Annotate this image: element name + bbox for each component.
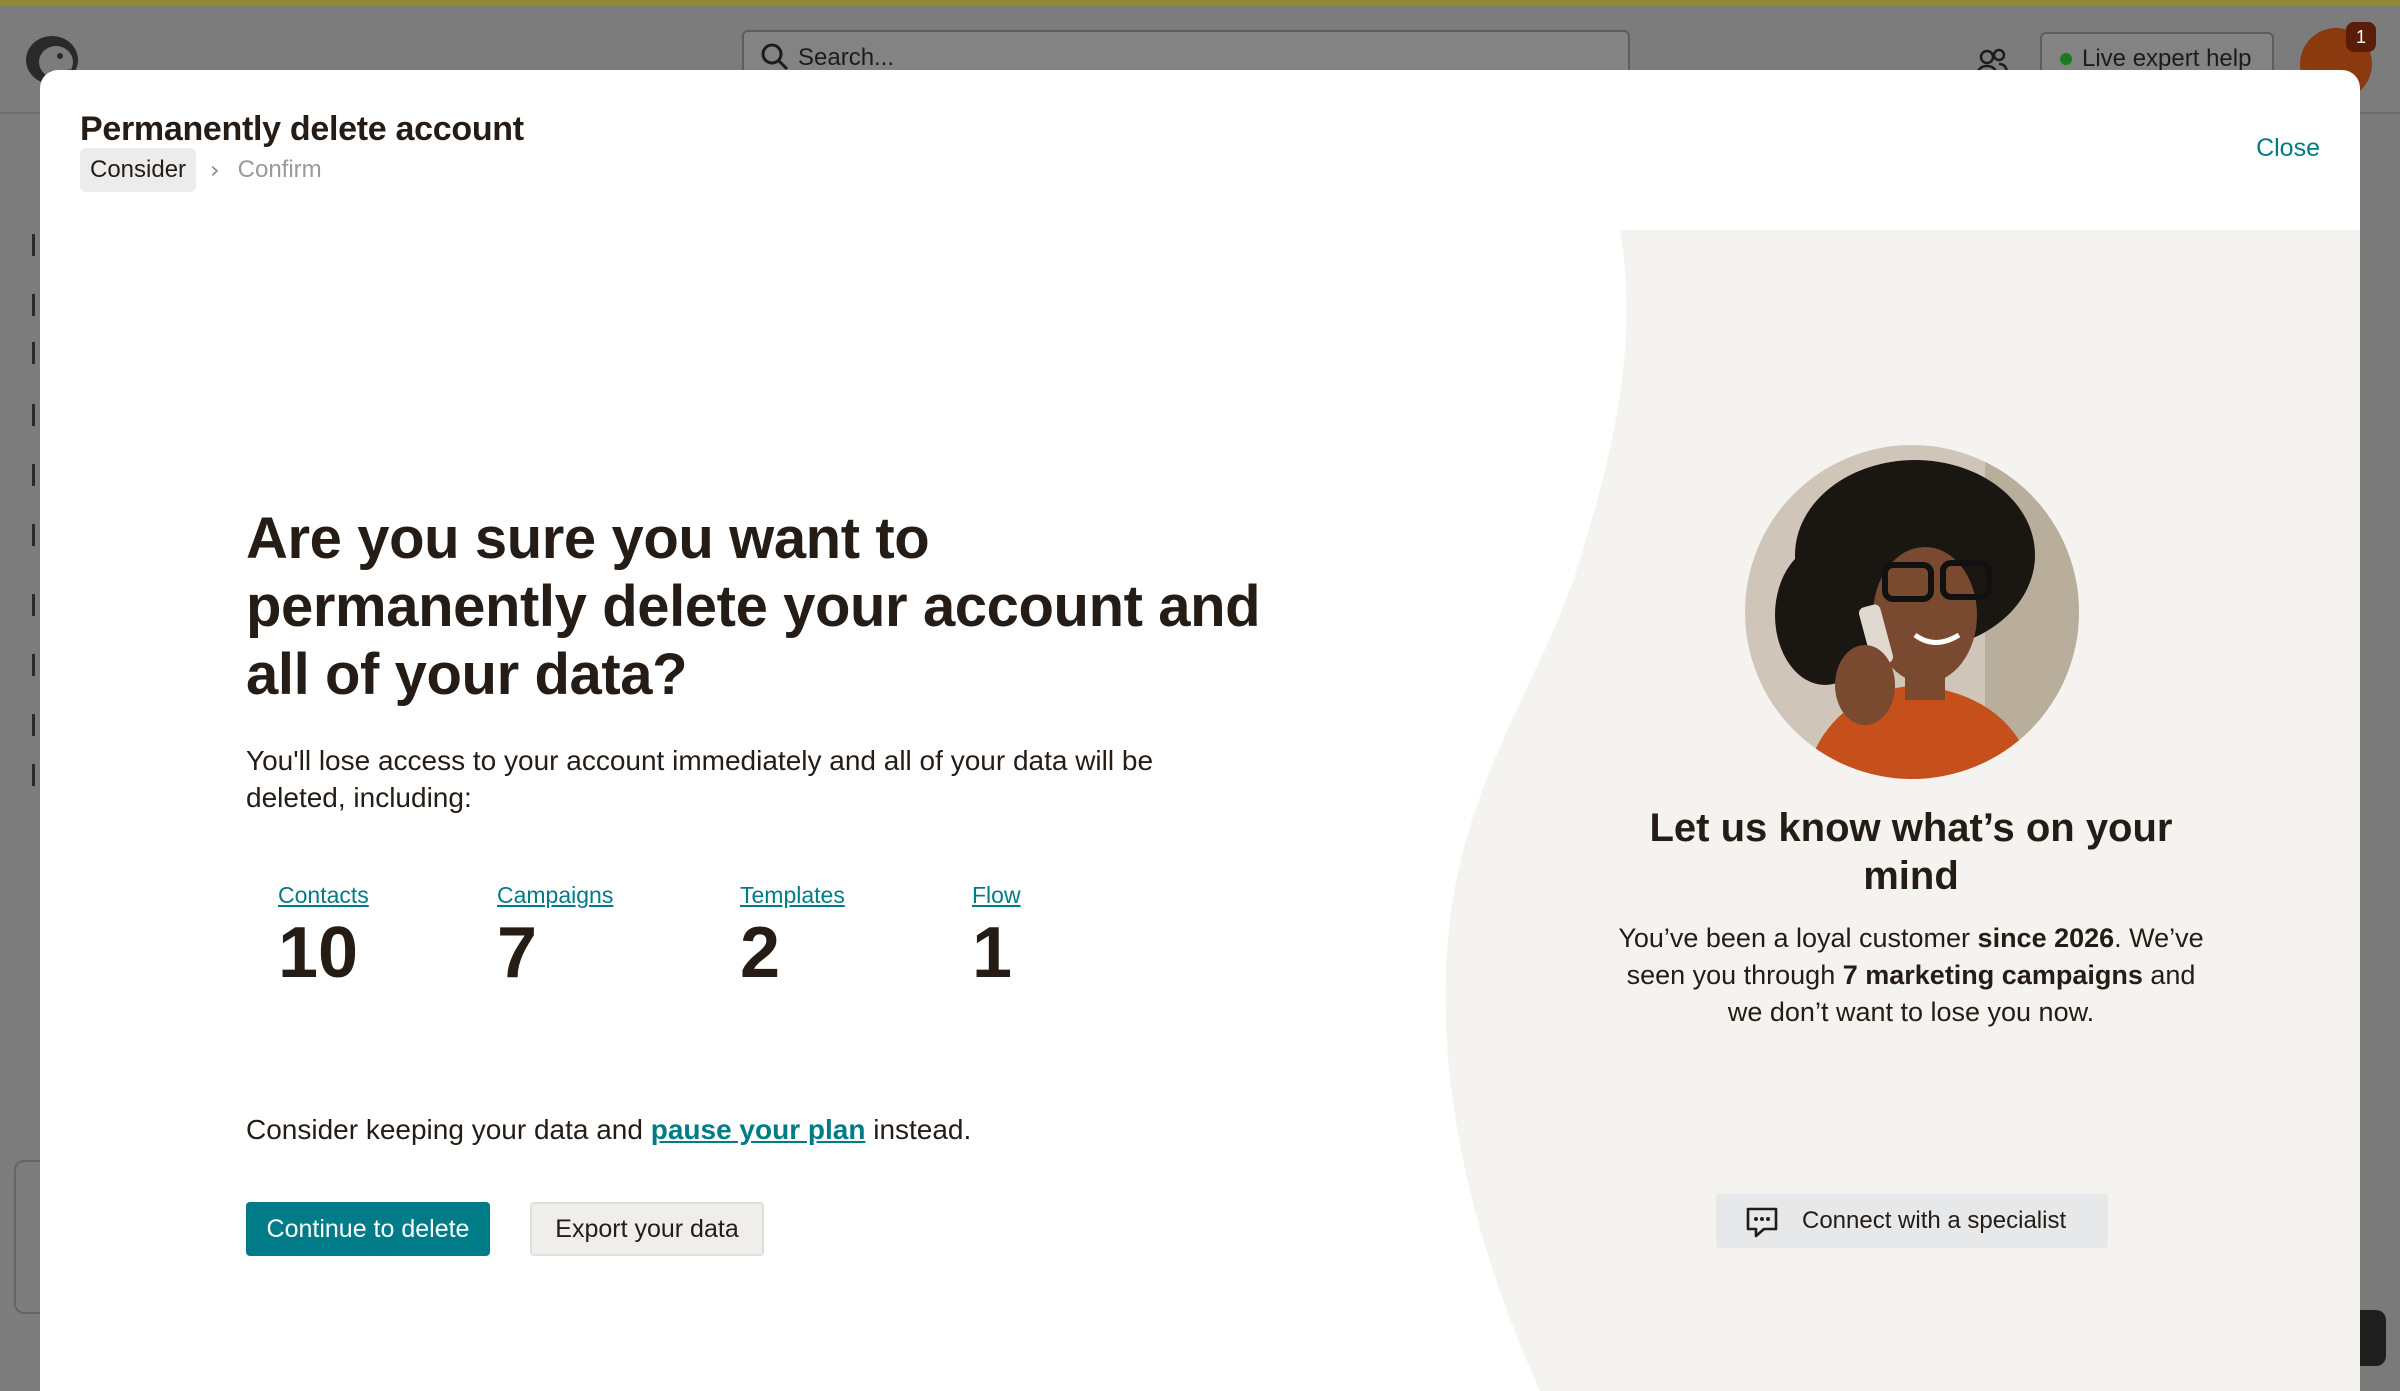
modal-title: Permanently delete account	[80, 110, 524, 148]
retention-message: You’ve been a loyal customer since 2026.…	[1616, 920, 2206, 1031]
stat-campaigns: Campaigns 7	[497, 882, 613, 993]
retention-text-1: You’ve been a loyal customer	[1618, 923, 1978, 953]
notification-badge: 1	[2346, 22, 2376, 52]
retention-panel: Let us know what’s on your mind You’ve b…	[1240, 230, 2360, 1391]
chevron-right-icon: ›	[210, 156, 220, 184]
search-icon	[761, 43, 789, 71]
stat-campaigns-value: 7	[497, 913, 538, 993]
consider-prefix: Consider keeping your data and	[246, 1114, 651, 1145]
stat-flow: Flow 1	[972, 882, 1021, 993]
close-button[interactable]: Close	[2256, 134, 2320, 163]
campaign-count: 7 marketing campaigns	[1842, 960, 2143, 990]
specialist-portrait	[1745, 445, 2079, 779]
customer-since: since 2026	[1977, 923, 2115, 953]
chat-bubble-icon	[1746, 1207, 1778, 1238]
pause-plan-link[interactable]: pause your plan	[651, 1114, 866, 1145]
delete-account-modal: Permanently delete account Consider › Co…	[40, 70, 2360, 1391]
stat-contacts-value: 10	[278, 913, 359, 993]
stat-campaigns-link[interactable]: Campaigns	[497, 882, 613, 909]
stat-templates-value: 2	[740, 913, 781, 993]
deletion-description: You'll lose access to your account immed…	[246, 745, 1154, 813]
stat-contacts-link[interactable]: Contacts	[278, 882, 369, 909]
confirmation-headline: Are you sure you want to permanently del…	[246, 506, 1261, 707]
connect-specialist-button[interactable]: Connect with a specialist	[1716, 1194, 2108, 1248]
search-placeholder: Search...	[798, 44, 895, 71]
live-help-label: Live expert help	[2082, 45, 2252, 72]
stat-templates: Templates 2	[740, 882, 845, 993]
stat-flow-link[interactable]: Flow	[972, 882, 1021, 909]
online-status-dot	[2060, 53, 2072, 65]
export-data-button[interactable]: Export your data	[530, 1202, 764, 1256]
stat-templates-link[interactable]: Templates	[740, 882, 845, 909]
breadcrumb: Consider › Confirm	[80, 148, 322, 192]
consider-suffix: instead.	[865, 1114, 972, 1145]
connect-specialist-label: Connect with a specialist	[1802, 1207, 2067, 1234]
retention-title: Let us know what’s on your mind	[1649, 806, 2173, 898]
breadcrumb-step-consider[interactable]: Consider	[80, 148, 197, 192]
pause-plan-suggestion: Consider keeping your data and pause you…	[246, 1114, 971, 1146]
stat-flow-value: 1	[972, 913, 1013, 993]
stat-contacts: Contacts 10	[278, 882, 369, 993]
breadcrumb-step-confirm: Confirm	[237, 156, 322, 183]
continue-to-delete-button[interactable]: Continue to delete	[246, 1202, 490, 1256]
